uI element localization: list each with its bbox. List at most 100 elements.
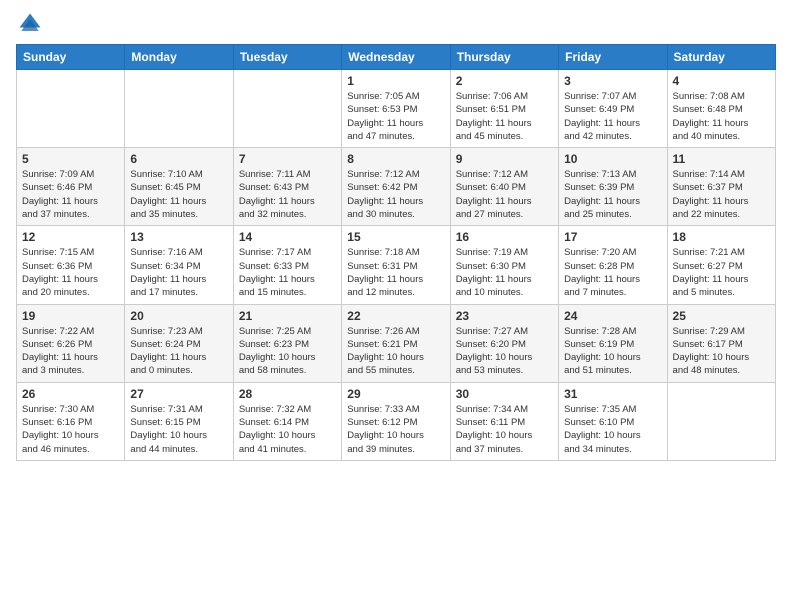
logo <box>16 10 48 38</box>
day-info: Sunrise: 7:29 AM Sunset: 6:17 PM Dayligh… <box>673 325 770 378</box>
day-info: Sunrise: 7:21 AM Sunset: 6:27 PM Dayligh… <box>673 246 770 299</box>
calendar-cell: 1 Sunrise: 7:05 AM Sunset: 6:53 PM Daylig… <box>342 70 450 148</box>
day-info: Sunrise: 7:18 AM Sunset: 6:31 PM Dayligh… <box>347 246 444 299</box>
day-number: 9 <box>456 152 553 166</box>
day-number: 30 <box>456 387 553 401</box>
calendar-cell: 24 Sunrise: 7:28 AM Sunset: 6:19 PM Dayli… <box>559 304 667 382</box>
day-info: Sunrise: 7:20 AM Sunset: 6:28 PM Dayligh… <box>564 246 661 299</box>
day-number: 28 <box>239 387 336 401</box>
day-info: Sunrise: 7:08 AM Sunset: 6:48 PM Dayligh… <box>673 90 770 143</box>
calendar-week-row: 19Sunrise: 7:22 AM Sunset: 6:26 PM Dayli… <box>17 304 776 382</box>
calendar-cell: 20 Sunrise: 7:23 AM Sunset: 6:24 PM Dayli… <box>125 304 233 382</box>
day-number: 14 <box>239 230 336 244</box>
day-number: 29 <box>347 387 444 401</box>
day-number: 24 <box>564 309 661 323</box>
day-number: 12 <box>22 230 119 244</box>
day-info: Sunrise: 7:30 AM Sunset: 6:16 PM Dayligh… <box>22 403 119 456</box>
day-number: 31 <box>564 387 661 401</box>
calendar-cell: 11 Sunrise: 7:14 AM Sunset: 6:37 PM Dayli… <box>667 148 775 226</box>
calendar-cell: 4 Sunrise: 7:08 AM Sunset: 6:48 PM Daylig… <box>667 70 775 148</box>
day-info: Sunrise: 7:14 AM Sunset: 6:37 PM Dayligh… <box>673 168 770 221</box>
day-number: 22 <box>347 309 444 323</box>
calendar-week-row: 1 Sunrise: 7:05 AM Sunset: 6:53 PM Daylig… <box>17 70 776 148</box>
calendar-cell: 30 Sunrise: 7:34 AM Sunset: 6:11 PM Dayli… <box>450 382 558 460</box>
calendar-cell: 29 Sunrise: 7:33 AM Sunset: 6:12 PM Dayli… <box>342 382 450 460</box>
day-number: 18 <box>673 230 770 244</box>
day-info: Sunrise: 7:35 AM Sunset: 6:10 PM Dayligh… <box>564 403 661 456</box>
day-info: Sunrise: 7:05 AM Sunset: 6:53 PM Dayligh… <box>347 90 444 143</box>
day-info: Sunrise: 7:15 AM Sunset: 6:36 PM Dayligh… <box>22 246 119 299</box>
day-number: 16 <box>456 230 553 244</box>
calendar-cell: 19Sunrise: 7:22 AM Sunset: 6:26 PM Dayli… <box>17 304 125 382</box>
calendar-cell: 14 Sunrise: 7:17 AM Sunset: 6:33 PM Dayli… <box>233 226 341 304</box>
calendar-cell: 25Sunrise: 7:29 AM Sunset: 6:17 PM Dayli… <box>667 304 775 382</box>
calendar-cell: 27Sunrise: 7:31 AM Sunset: 6:15 PM Dayli… <box>125 382 233 460</box>
calendar-cell: 10Sunrise: 7:13 AM Sunset: 6:39 PM Dayli… <box>559 148 667 226</box>
day-number: 7 <box>239 152 336 166</box>
day-info: Sunrise: 7:26 AM Sunset: 6:21 PM Dayligh… <box>347 325 444 378</box>
calendar-cell: 17Sunrise: 7:20 AM Sunset: 6:28 PM Dayli… <box>559 226 667 304</box>
weekday-header-wednesday: Wednesday <box>342 45 450 70</box>
calendar-week-row: 12 Sunrise: 7:15 AM Sunset: 6:36 PM Dayli… <box>17 226 776 304</box>
day-number: 6 <box>130 152 227 166</box>
calendar-cell: 13 Sunrise: 7:16 AM Sunset: 6:34 PM Dayli… <box>125 226 233 304</box>
day-info: Sunrise: 7:25 AM Sunset: 6:23 PM Dayligh… <box>239 325 336 378</box>
weekday-header-saturday: Saturday <box>667 45 775 70</box>
day-info: Sunrise: 7:22 AM Sunset: 6:26 PM Dayligh… <box>22 325 119 378</box>
day-info: Sunrise: 7:11 AM Sunset: 6:43 PM Dayligh… <box>239 168 336 221</box>
day-number: 23 <box>456 309 553 323</box>
day-info: Sunrise: 7:12 AM Sunset: 6:40 PM Dayligh… <box>456 168 553 221</box>
calendar-cell: 5 Sunrise: 7:09 AM Sunset: 6:46 PM Daylig… <box>17 148 125 226</box>
day-info: Sunrise: 7:34 AM Sunset: 6:11 PM Dayligh… <box>456 403 553 456</box>
weekday-header-monday: Monday <box>125 45 233 70</box>
calendar-cell: 28 Sunrise: 7:32 AM Sunset: 6:14 PM Dayli… <box>233 382 341 460</box>
calendar-cell: 26Sunrise: 7:30 AM Sunset: 6:16 PM Dayli… <box>17 382 125 460</box>
day-info: Sunrise: 7:12 AM Sunset: 6:42 PM Dayligh… <box>347 168 444 221</box>
day-info: Sunrise: 7:31 AM Sunset: 6:15 PM Dayligh… <box>130 403 227 456</box>
weekday-header-thursday: Thursday <box>450 45 558 70</box>
day-info: Sunrise: 7:19 AM Sunset: 6:30 PM Dayligh… <box>456 246 553 299</box>
calendar-cell: 9 Sunrise: 7:12 AM Sunset: 6:40 PM Daylig… <box>450 148 558 226</box>
calendar-cell <box>125 70 233 148</box>
calendar-cell: 15 Sunrise: 7:18 AM Sunset: 6:31 PM Dayli… <box>342 226 450 304</box>
day-number: 13 <box>130 230 227 244</box>
calendar-cell: 6Sunrise: 7:10 AM Sunset: 6:45 PM Daylig… <box>125 148 233 226</box>
logo-icon <box>16 10 44 38</box>
page: SundayMondayTuesdayWednesdayThursdayFrid… <box>0 0 792 612</box>
day-number: 3 <box>564 74 661 88</box>
day-info: Sunrise: 7:23 AM Sunset: 6:24 PM Dayligh… <box>130 325 227 378</box>
day-number: 10 <box>564 152 661 166</box>
calendar-cell: 18 Sunrise: 7:21 AM Sunset: 6:27 PM Dayli… <box>667 226 775 304</box>
weekday-header-sunday: Sunday <box>17 45 125 70</box>
day-info: Sunrise: 7:27 AM Sunset: 6:20 PM Dayligh… <box>456 325 553 378</box>
day-number: 1 <box>347 74 444 88</box>
day-info: Sunrise: 7:07 AM Sunset: 6:49 PM Dayligh… <box>564 90 661 143</box>
header <box>16 10 776 38</box>
calendar-week-row: 5 Sunrise: 7:09 AM Sunset: 6:46 PM Daylig… <box>17 148 776 226</box>
calendar-cell: 7 Sunrise: 7:11 AM Sunset: 6:43 PM Daylig… <box>233 148 341 226</box>
calendar-cell <box>667 382 775 460</box>
calendar-cell: 8Sunrise: 7:12 AM Sunset: 6:42 PM Daylig… <box>342 148 450 226</box>
calendar-cell <box>17 70 125 148</box>
day-info: Sunrise: 7:16 AM Sunset: 6:34 PM Dayligh… <box>130 246 227 299</box>
calendar-cell: 2 Sunrise: 7:06 AM Sunset: 6:51 PM Daylig… <box>450 70 558 148</box>
day-number: 20 <box>130 309 227 323</box>
calendar-cell: 23 Sunrise: 7:27 AM Sunset: 6:20 PM Dayli… <box>450 304 558 382</box>
calendar-cell <box>233 70 341 148</box>
weekday-header-tuesday: Tuesday <box>233 45 341 70</box>
day-info: Sunrise: 7:28 AM Sunset: 6:19 PM Dayligh… <box>564 325 661 378</box>
day-info: Sunrise: 7:32 AM Sunset: 6:14 PM Dayligh… <box>239 403 336 456</box>
calendar-cell: 21 Sunrise: 7:25 AM Sunset: 6:23 PM Dayli… <box>233 304 341 382</box>
calendar-table: SundayMondayTuesdayWednesdayThursdayFrid… <box>16 44 776 461</box>
day-info: Sunrise: 7:06 AM Sunset: 6:51 PM Dayligh… <box>456 90 553 143</box>
day-number: 5 <box>22 152 119 166</box>
day-info: Sunrise: 7:09 AM Sunset: 6:46 PM Dayligh… <box>22 168 119 221</box>
day-number: 4 <box>673 74 770 88</box>
day-info: Sunrise: 7:33 AM Sunset: 6:12 PM Dayligh… <box>347 403 444 456</box>
day-number: 15 <box>347 230 444 244</box>
day-info: Sunrise: 7:17 AM Sunset: 6:33 PM Dayligh… <box>239 246 336 299</box>
day-number: 11 <box>673 152 770 166</box>
calendar-cell: 31 Sunrise: 7:35 AM Sunset: 6:10 PM Dayli… <box>559 382 667 460</box>
day-number: 21 <box>239 309 336 323</box>
day-number: 2 <box>456 74 553 88</box>
